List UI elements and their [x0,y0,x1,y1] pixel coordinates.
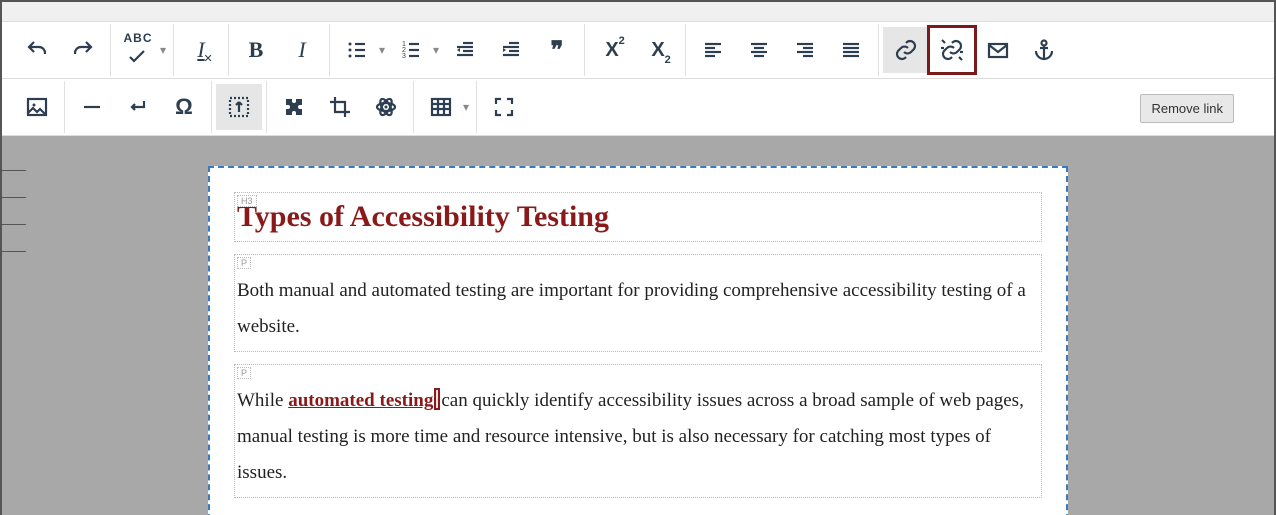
line-break-button[interactable] [115,84,161,130]
heading-block[interactable]: H3 Types of Accessibility Testing [234,192,1042,242]
unlink-icon [940,38,964,62]
p2-badge: P [237,367,251,379]
align-right-icon [793,38,817,62]
number-list-button[interactable]: 123 [388,27,434,73]
align-justify-icon [839,38,863,62]
align-left-button[interactable] [690,27,736,73]
line-break-icon [126,95,150,119]
spellcheck-label: ABC [124,31,153,45]
crop-icon [328,95,352,119]
unlink-button[interactable] [929,27,975,73]
fullscreen-icon [492,95,516,119]
check-icon [126,45,150,69]
indent-button[interactable] [488,27,534,73]
number-list-icon: 123 [399,38,423,62]
italic-button[interactable]: I [279,27,325,73]
outdent-icon [453,38,477,62]
clear-format-icon: I✕ [197,37,204,63]
p2-pre: While [237,390,288,411]
clear-formatting-button[interactable]: I✕ [178,27,224,73]
table-icon [429,95,453,119]
table-button[interactable] [418,84,464,130]
spellcheck-button[interactable]: ABC [115,27,161,73]
align-center-icon [747,38,771,62]
bullet-list-button[interactable] [334,27,380,73]
editor-area[interactable]: H3 Types of Accessibility Testing P Both… [2,136,1274,515]
anchor-icon [1032,38,1056,62]
tooltip: Remove link [1140,94,1234,123]
atom-button[interactable] [363,84,409,130]
link-icon [894,38,918,62]
puzzle-icon [282,95,306,119]
bold-icon: B [249,39,264,61]
redo-button[interactable] [60,27,106,73]
email-button[interactable] [975,27,1021,73]
link-button[interactable] [883,27,929,73]
superscript-icon: X2 [605,39,618,62]
fullscreen-button[interactable] [481,84,527,130]
special-char-button[interactable]: Ω [161,84,207,130]
paragraph-1-block[interactable]: P Both manual and automated testing are … [234,254,1042,352]
paragraph-1-text[interactable]: Both manual and automated testing are im… [237,259,1039,345]
outdent-button[interactable] [442,27,488,73]
p1-badge: P [237,257,251,269]
show-blocks-icon [227,95,251,119]
omega-icon: Ω [175,94,193,120]
show-blocks-button[interactable] [216,84,262,130]
align-left-icon [701,38,725,62]
align-justify-button[interactable] [828,27,874,73]
subscript-button[interactable]: X2 [635,27,681,73]
image-button[interactable] [14,84,60,130]
blockquote-button[interactable]: ❞ [534,27,580,73]
align-center-button[interactable] [736,27,782,73]
horizontal-rule-icon [80,95,104,119]
subscript-icon: X2 [651,39,664,62]
undo-button[interactable] [14,27,60,73]
redo-icon [71,38,95,62]
automated-testing-link[interactable]: automated testing [288,390,433,411]
outline-rulers [2,170,30,278]
italic-icon: I [298,39,305,61]
toolbar-row-1: ABC ▾ I✕ B I ▾ 123 ▾ ❞ [2,22,1274,79]
superscript-button[interactable]: X2 [589,27,635,73]
paragraph-2-text[interactable]: While automated testingcan quickly ident… [237,369,1039,491]
undo-icon [25,38,49,62]
horizontal-rule-button[interactable] [69,84,115,130]
heading-text[interactable]: Types of Accessibility Testing [237,197,1039,235]
anchor-button[interactable] [1021,27,1067,73]
text-cursor [434,388,440,410]
crop-button[interactable] [317,84,363,130]
image-icon [25,95,49,119]
plugin-button[interactable] [271,84,317,130]
toolbar-row-2: Ω ▾ [2,79,1274,136]
email-icon [986,38,1010,62]
bullet-list-icon [345,38,369,62]
svg-text:3: 3 [402,53,406,60]
paragraph-2-block[interactable]: P While automated testingcan quickly ide… [234,364,1042,498]
align-right-button[interactable] [782,27,828,73]
atom-icon [374,95,398,119]
bold-button[interactable]: B [233,27,279,73]
document[interactable]: H3 Types of Accessibility Testing P Both… [208,166,1068,515]
heading-badge: H3 [237,195,257,207]
quote-icon: ❞ [551,36,564,65]
indent-icon [499,38,523,62]
